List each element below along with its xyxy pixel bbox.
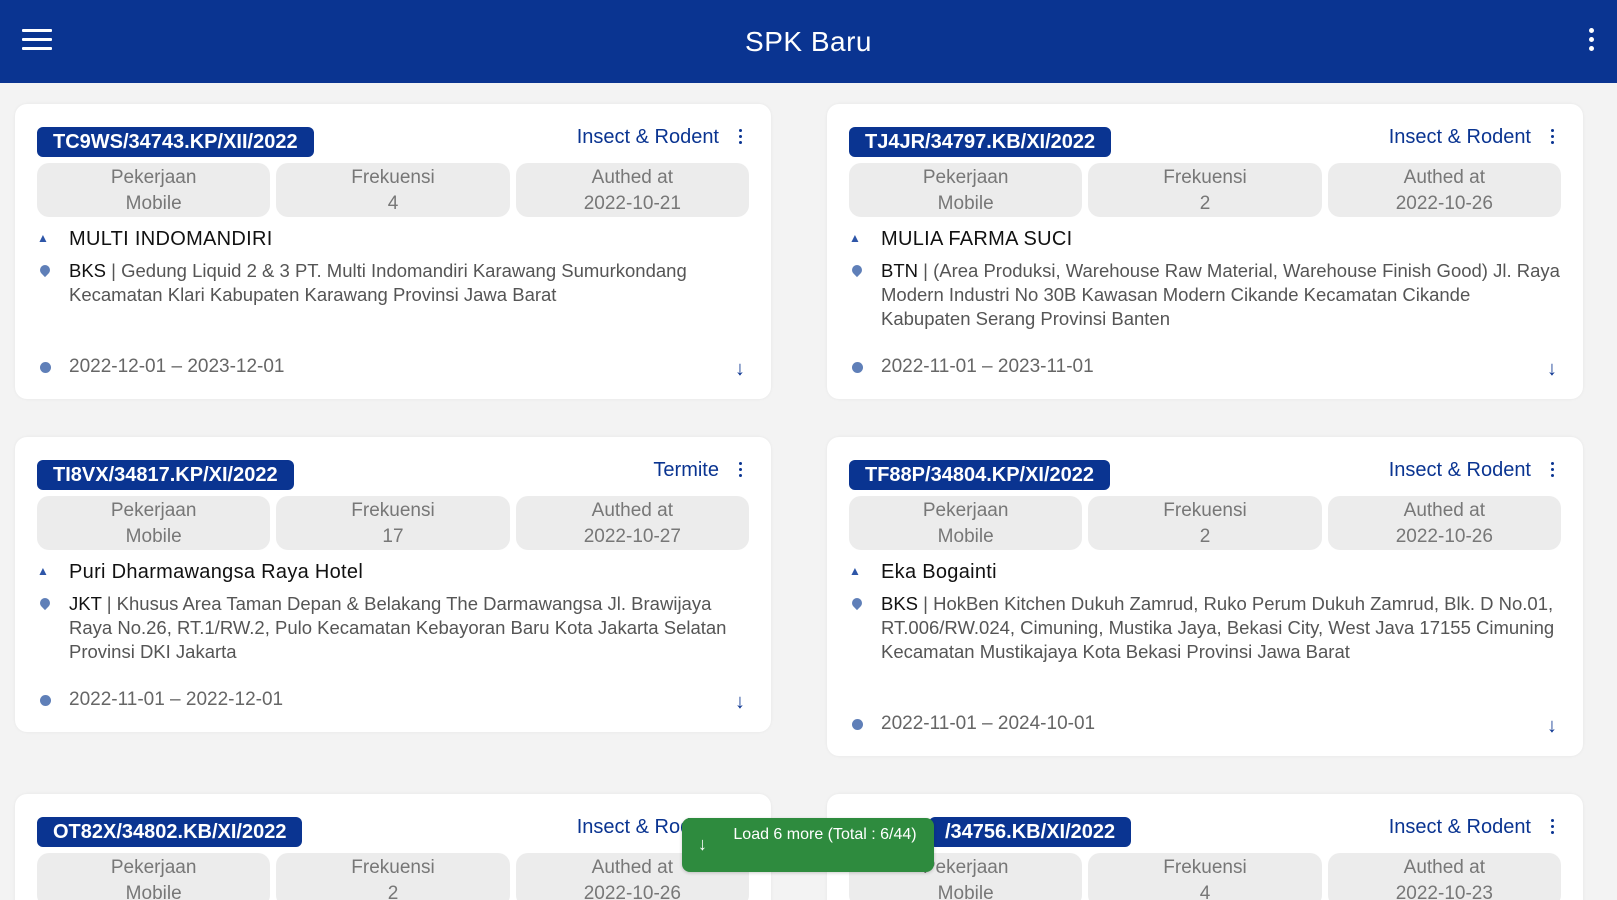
spk-code-badge: TF88P/34804.KP/XI/2022	[849, 460, 1111, 490]
stats-row: Pekerjaan Mobile Frekuensi 4 Authed at 2022…	[849, 853, 1561, 900]
client-row: ▲ MULTI INDOMANDIRI	[37, 228, 749, 251]
contract-period: 2022-11-01 – 2022-12-01	[69, 689, 284, 710]
stat-pekerjaan: Pekerjaan Mobile	[37, 163, 271, 217]
period-row: 2022-11-01 – 2022-12-01	[37, 689, 749, 712]
service-category: Termite	[653, 459, 719, 481]
branch-code: BTN	[881, 260, 918, 281]
spk-card[interactable]: TJ4JR/34797.KB/XI/2022 Insect & Rodent P…	[827, 104, 1583, 399]
stat-authed-at: Authed at 2022-10-27	[515, 496, 749, 550]
clock-icon	[849, 356, 881, 379]
building-icon: ▲	[37, 564, 49, 578]
spk-card[interactable]: /34756.KB/XI/2022 Insect & Rodent Pekerj…	[827, 794, 1583, 900]
location-pin-icon	[37, 592, 69, 664]
card-menu-icon[interactable]	[1549, 462, 1555, 482]
service-category: Insect & Rodent	[1388, 459, 1531, 481]
expand-arrow-icon[interactable]: ↓	[735, 691, 745, 714]
location-pin-icon	[37, 259, 69, 307]
page-title: SPK Baru	[745, 26, 872, 57]
stats-row: Pekerjaan Mobile Frekuensi 17 Authed at 202…	[37, 496, 749, 550]
load-more-button[interactable]: ↓ Load 6 more (Total : 6/44)	[682, 818, 934, 872]
stat-pekerjaan: Pekerjaan Mobile	[37, 496, 271, 550]
address-row: BTN | (Area Produksi, Warehouse Raw Mate…	[849, 259, 1561, 331]
arrow-down-icon: ↓	[698, 834, 707, 854]
contract-period: 2022-11-01 – 2024-10-01	[881, 713, 1096, 734]
period-row: 2022-12-01 – 2023-12-01	[37, 356, 749, 379]
stat-authed-at: Authed at 2022-10-26	[1327, 163, 1561, 217]
app-bar: SPK Baru	[0, 0, 1617, 83]
contract-period: 2022-12-01 – 2023-12-01	[69, 356, 285, 377]
spk-card[interactable]: TF88P/34804.KP/XI/2022 Insect & Rodent P…	[827, 437, 1583, 756]
stat-pekerjaan: Pekerjaan Mobile	[37, 853, 271, 900]
card-menu-icon[interactable]	[737, 462, 743, 482]
spk-card[interactable]: OT82X/34802.KB/XI/2022 Insect & Rodent P…	[15, 794, 771, 900]
expand-arrow-icon[interactable]: ↓	[735, 358, 745, 381]
expand-arrow-icon[interactable]: ↓	[1547, 358, 1557, 381]
service-category: Insect & Rodent	[1388, 126, 1531, 148]
stat-pekerjaan: Pekerjaan Mobile	[849, 496, 1083, 550]
building-icon: ▲	[849, 231, 861, 245]
address-row: BKS | Gedung Liquid 2 & 3 PT. Multi Indo…	[37, 259, 749, 307]
spk-code-badge: TC9WS/34743.KP/XII/2022	[37, 127, 314, 157]
stat-frekuensi: Frekuensi 17	[276, 496, 510, 550]
stats-row: Pekerjaan Mobile Frekuensi 2 Authed at 2022…	[849, 163, 1561, 217]
period-row: 2022-11-01 – 2023-11-01	[849, 356, 1561, 379]
period-row: 2022-11-01 – 2024-10-01	[849, 713, 1561, 736]
location-pin-icon	[849, 259, 881, 331]
stats-row: Pekerjaan Mobile Frekuensi 2 Authed at 2022…	[849, 496, 1561, 550]
spk-code-badge: OT82X/34802.KB/XI/2022	[37, 817, 303, 847]
client-name: MULIA FARMA SUCI	[881, 228, 1073, 250]
stat-frekuensi: Frekuensi 4	[1088, 853, 1322, 900]
address-row: JKT | Khusus Area Taman Depan & Belakang…	[37, 592, 749, 664]
spk-code-badge: TJ4JR/34797.KB/XI/2022	[849, 127, 1112, 157]
stat-frekuensi: Frekuensi 2	[276, 853, 510, 900]
branch-code: JKT	[69, 593, 102, 614]
spk-code-badge: /34756.KB/XI/2022	[929, 817, 1132, 847]
card-menu-icon[interactable]	[1549, 129, 1555, 149]
client-row: ▲ MULIA FARMA SUCI	[849, 228, 1561, 251]
stats-row: Pekerjaan Mobile Frekuensi 2 Authed at 2022…	[37, 853, 749, 900]
client-name: MULTI INDOMANDIRI	[69, 228, 273, 250]
client-row: ▲ Puri Dharmawangsa Raya Hotel	[37, 561, 749, 584]
expand-arrow-icon[interactable]: ↓	[1547, 715, 1557, 738]
stat-frekuensi: Frekuensi 2	[1088, 163, 1322, 217]
overflow-menu-icon[interactable]	[1587, 28, 1595, 56]
load-more-label: Load 6 more (Total : 6/44)	[733, 826, 917, 843]
spk-card[interactable]: TI8VX/34817.KP/XI/2022 Termite Pekerjaan…	[15, 437, 771, 732]
clock-icon	[849, 713, 881, 736]
address-text: BKS | Gedung Liquid 2 & 3 PT. Multi Indo…	[69, 260, 687, 305]
client-name: Eka Bogainti	[881, 561, 997, 583]
stat-frekuensi: Frekuensi 2	[1088, 496, 1322, 550]
card-menu-icon[interactable]	[737, 129, 743, 149]
address-text: BKS | HokBen Kitchen Dukuh Zamrud, Ruko …	[881, 593, 1555, 662]
client-name: Puri Dharmawangsa Raya Hotel	[69, 561, 364, 583]
service-category: Insect & Rodent	[1388, 816, 1531, 838]
stat-pekerjaan: Pekerjaan Mobile	[849, 163, 1083, 217]
branch-code: BKS	[881, 593, 919, 614]
contract-period: 2022-11-01 – 2023-11-01	[881, 356, 1094, 377]
stat-frekuensi: Frekuensi 4	[276, 163, 510, 217]
card-menu-icon[interactable]	[1549, 819, 1555, 839]
stat-authed-at: Authed at 2022-10-21	[515, 163, 749, 217]
stat-authed-at: Authed at 2022-10-23	[1327, 853, 1561, 900]
address-text: BTN | (Area Produksi, Warehouse Raw Mate…	[881, 260, 1560, 329]
stat-authed-at: Authed at 2022-10-26	[1327, 496, 1561, 550]
service-category: Insect & Rodent	[576, 126, 719, 148]
location-pin-icon	[849, 592, 881, 664]
clock-icon	[37, 356, 69, 379]
branch-code: BKS	[69, 260, 107, 281]
clock-icon	[37, 689, 69, 712]
spk-code-badge: TI8VX/34817.KP/XI/2022	[37, 460, 294, 490]
stats-row: Pekerjaan Mobile Frekuensi 4 Authed at 2022…	[37, 163, 749, 217]
building-icon: ▲	[37, 231, 49, 245]
address-text: JKT | Khusus Area Taman Depan & Belakang…	[69, 593, 727, 662]
spk-card[interactable]: TC9WS/34743.KP/XII/2022 Insect & Rodent …	[15, 104, 771, 399]
client-row: ▲ Eka Bogainti	[849, 561, 1561, 584]
building-icon: ▲	[849, 564, 861, 578]
address-row: BKS | HokBen Kitchen Dukuh Zamrud, Ruko …	[849, 592, 1561, 664]
